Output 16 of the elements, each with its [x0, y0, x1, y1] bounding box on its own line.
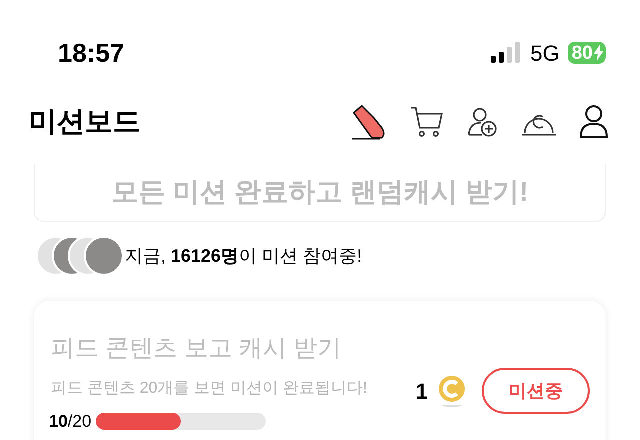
user-icon[interactable]: [580, 105, 608, 139]
signal-icon: [490, 42, 522, 64]
mission-title: 피드 콘텐츠 보고 캐시 받기: [51, 334, 343, 364]
mission-description: 피드 콘텐츠 20개를 보면 미션이 완료됩니다!: [51, 379, 368, 399]
cart-icon[interactable]: [410, 106, 444, 138]
participants-text: 지금, 16126명이 미션 참여중!: [125, 244, 362, 268]
status-time: 18:57: [58, 36, 124, 70]
banner-card[interactable]: 모든 미션 완료하고 랜덤캐시 받기!: [34, 164, 606, 222]
battery-indicator: 80: [568, 42, 606, 64]
progress-text: 10/20: [49, 411, 92, 433]
reward-amount: 1: [416, 378, 428, 406]
mission-status-button[interactable]: 미션중: [482, 368, 590, 414]
page-title: 미션보드: [29, 105, 141, 139]
photo-placeholder: [84, 236, 124, 276]
add-user-icon[interactable]: [468, 107, 498, 137]
network-label: 5G: [530, 40, 560, 68]
